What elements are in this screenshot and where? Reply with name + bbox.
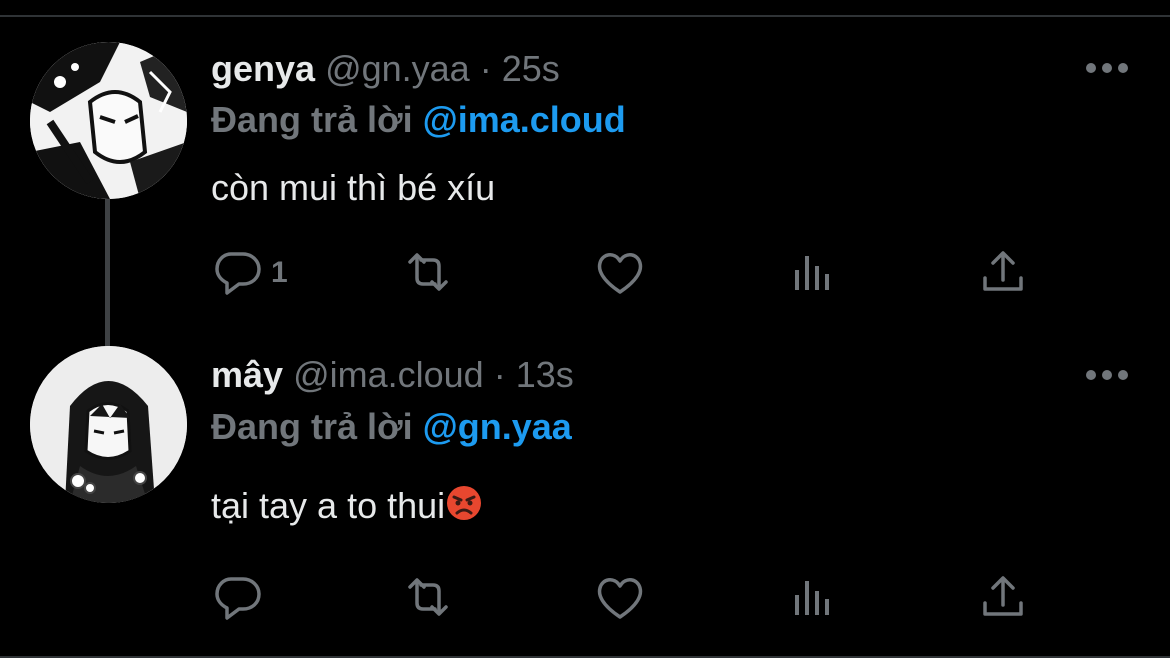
tweet-header: mây @ima.cloud · 13s [211, 353, 574, 397]
avatar-genya[interactable] [30, 42, 187, 199]
mention-link[interactable]: @gn.yaa [423, 406, 572, 447]
like-icon[interactable] [590, 242, 650, 302]
manga-avatar-icon [30, 346, 187, 503]
handle[interactable]: @ima.cloud [293, 354, 484, 395]
share-icon[interactable] [973, 567, 1033, 627]
reply-icon[interactable] [207, 567, 267, 627]
share-icon[interactable] [973, 242, 1033, 302]
analytics-icon[interactable] [783, 242, 843, 302]
reply-icon[interactable] [207, 242, 267, 302]
tweet-text: còn mui thì bé xíu [211, 167, 496, 208]
display-name[interactable]: genya [211, 48, 315, 89]
tweet-text-content: tại tay a to thui [211, 485, 446, 526]
timestamp[interactable]: 25s [502, 48, 560, 89]
replying-to: Đang trả lời @gn.yaa [211, 405, 572, 449]
thread-connector-line [105, 198, 110, 346]
replying-to: Đang trả lời @ima.cloud [211, 98, 626, 142]
more-options-icon[interactable] [1084, 365, 1130, 385]
reply-count: 1 [271, 256, 288, 289]
replying-to-label: Đang trả lời [211, 406, 413, 447]
more-options-icon[interactable] [1084, 58, 1130, 78]
tweet-text: tại tay a to thui [211, 484, 483, 532]
handle[interactable]: @gn.yaa [325, 48, 470, 89]
replying-to-label: Đang trả lời [211, 99, 413, 140]
top-divider [0, 15, 1170, 17]
manga-avatar-icon [30, 42, 187, 199]
separator: · [479, 48, 492, 89]
retweet-icon[interactable] [398, 242, 458, 302]
avatar-may[interactable] [30, 346, 187, 503]
mention-link[interactable]: @ima.cloud [423, 99, 626, 140]
retweet-icon[interactable] [398, 567, 458, 627]
timestamp[interactable]: 13s [516, 354, 574, 395]
tweet-header: genya @gn.yaa · 25s [211, 47, 560, 91]
display-name[interactable]: mây [211, 354, 283, 395]
like-icon[interactable] [590, 567, 650, 627]
analytics-icon[interactable] [783, 567, 843, 627]
angry-face-emoji-icon [445, 484, 483, 532]
separator: · [493, 354, 506, 395]
